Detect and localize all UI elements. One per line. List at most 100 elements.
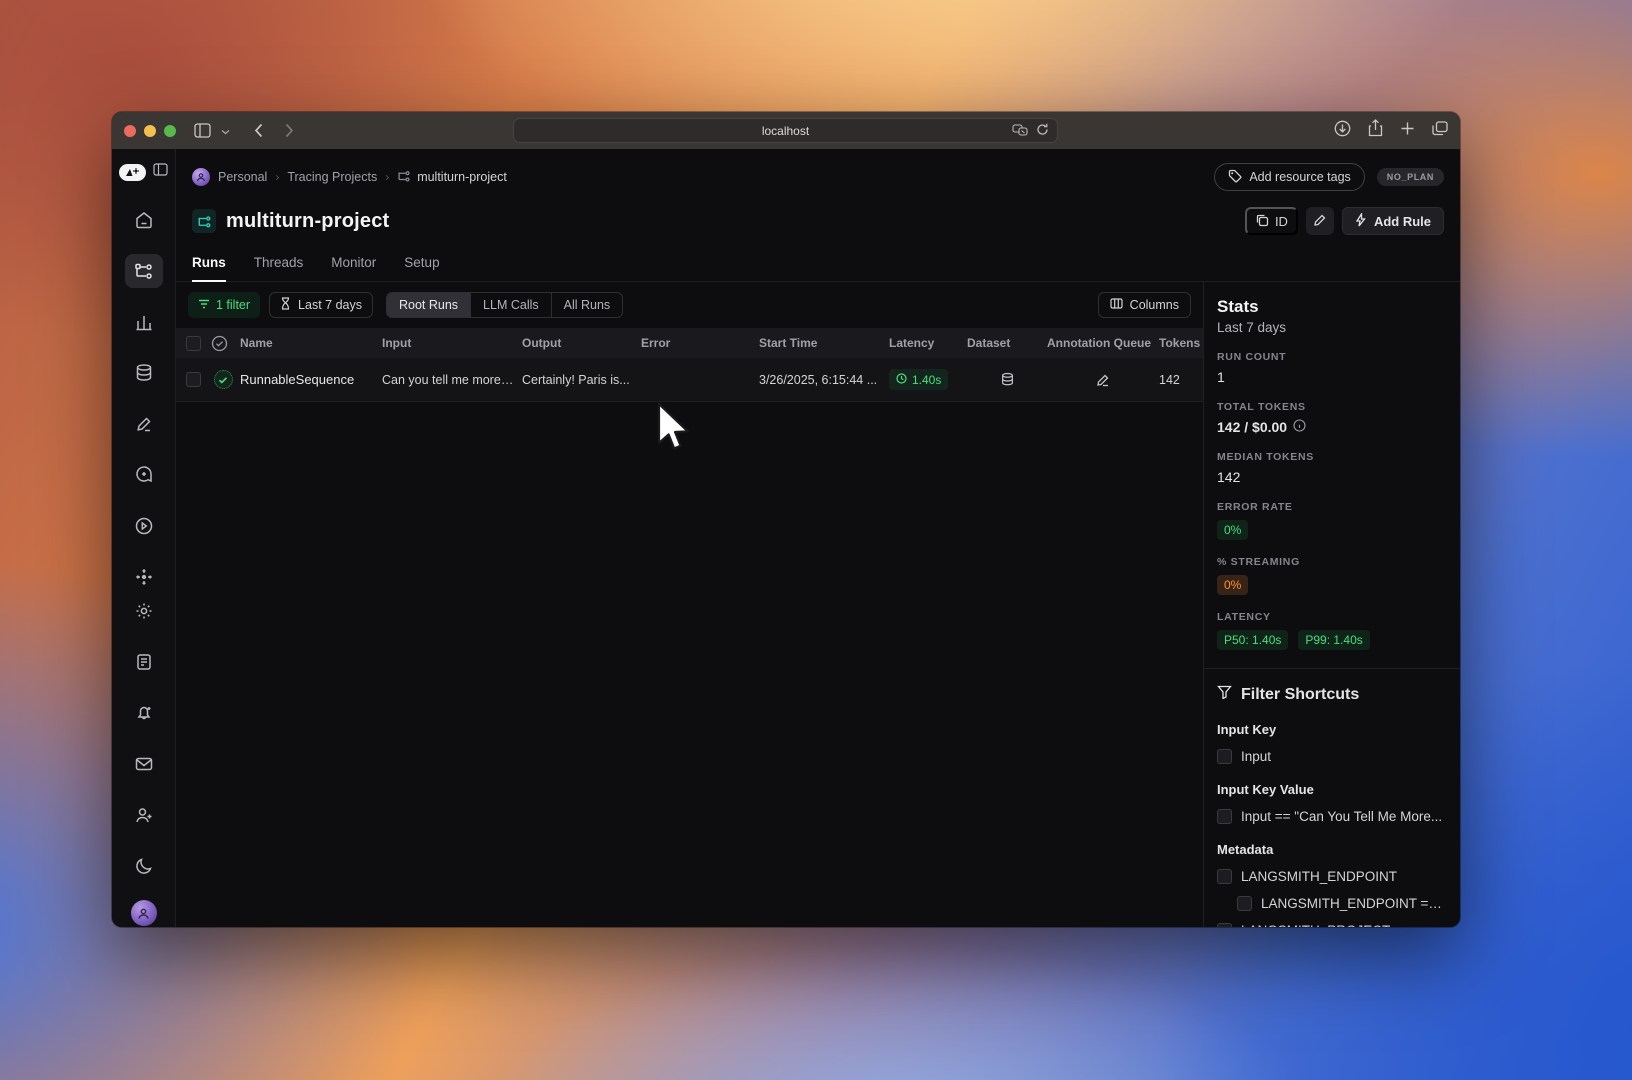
funnel-icon bbox=[1217, 685, 1232, 704]
notifications-bell-icon[interactable] bbox=[125, 696, 163, 730]
copy-id-button[interactable]: ID bbox=[1244, 207, 1298, 235]
back-button[interactable] bbox=[254, 123, 263, 138]
filter-shortcuts-title: Filter Shortcuts bbox=[1241, 685, 1360, 703]
col-error[interactable]: Error bbox=[641, 336, 759, 350]
zoom-window-button[interactable] bbox=[164, 124, 176, 137]
nav-datasets-icon[interactable] bbox=[125, 356, 163, 390]
total-tokens-label: TOTAL TOKENS bbox=[1217, 401, 1306, 413]
downloads-icon[interactable] bbox=[1334, 120, 1351, 137]
run-name[interactable]: RunnableSequence bbox=[240, 372, 382, 387]
columns-button[interactable]: Columns bbox=[1097, 292, 1191, 318]
plan-badge: NO_PLAN bbox=[1376, 168, 1444, 186]
col-tokens[interactable]: Tokens bbox=[1159, 336, 1203, 350]
segment-llm-calls[interactable]: LLM Calls bbox=[471, 293, 552, 317]
fs-checkbox[interactable] bbox=[1237, 896, 1252, 911]
col-dataset[interactable]: Dataset bbox=[967, 336, 1047, 350]
col-input[interactable]: Input bbox=[382, 336, 522, 350]
address-bar[interactable]: localhost bbox=[513, 118, 1058, 143]
nav-deployments-icon[interactable] bbox=[125, 560, 163, 594]
status-column-icon bbox=[206, 335, 240, 352]
fs-item[interactable]: LANGSMITH_ENDPOINT == ... bbox=[1237, 896, 1446, 911]
col-start-time[interactable]: Start Time bbox=[759, 336, 889, 350]
run-success-icon bbox=[213, 370, 233, 389]
tab-overview-icon[interactable] bbox=[1432, 120, 1448, 136]
breadcrumb-section[interactable]: Tracing Projects bbox=[287, 170, 377, 184]
col-name[interactable]: Name bbox=[240, 336, 382, 350]
tab-setup[interactable]: Setup bbox=[404, 255, 439, 281]
add-rule-button[interactable]: Add Rule bbox=[1341, 207, 1444, 235]
add-to-dataset-icon[interactable] bbox=[967, 372, 1047, 387]
stats-panel: Stats Last 7 days RUN COUNT 1 TOTAL TOKE… bbox=[1204, 282, 1460, 927]
nav-playground-icon[interactable] bbox=[125, 509, 163, 543]
latency-p50-badge: P50: 1.40s bbox=[1217, 630, 1289, 650]
breadcrumb: Personal › Tracing Projects › multiturn-… bbox=[192, 168, 507, 186]
median-tokens-value: 142 bbox=[1217, 469, 1241, 485]
website-settings-icon[interactable] bbox=[1012, 123, 1028, 139]
fs-checkbox[interactable] bbox=[1217, 749, 1232, 764]
browser-toolbar: localhost bbox=[112, 112, 1460, 149]
tracing-project-icon bbox=[397, 169, 411, 186]
settings-gear-icon[interactable] bbox=[125, 594, 163, 628]
segment-root-runs[interactable]: Root Runs bbox=[386, 293, 472, 317]
new-tab-icon[interactable] bbox=[1400, 121, 1415, 136]
tab-monitor[interactable]: Monitor bbox=[331, 255, 376, 281]
error-rate-badge: 0% bbox=[1217, 520, 1249, 540]
run-input: Can you tell me more ... bbox=[382, 372, 515, 387]
fs-checkbox[interactable] bbox=[1217, 923, 1232, 927]
col-latency[interactable]: Latency bbox=[889, 336, 967, 350]
run-row[interactable]: RunnableSequence Can you tell me more ..… bbox=[176, 358, 1203, 402]
col-output[interactable]: Output bbox=[522, 336, 641, 350]
reload-icon[interactable] bbox=[1036, 123, 1049, 139]
add-resource-tags-button[interactable]: Add resource tags bbox=[1214, 163, 1365, 191]
fs-item[interactable]: Input == "Can You Tell Me More... bbox=[1217, 809, 1446, 824]
invite-user-icon[interactable] bbox=[125, 798, 163, 832]
close-window-button[interactable] bbox=[124, 124, 136, 137]
nav-prompts-icon[interactable] bbox=[125, 458, 163, 492]
dark-mode-moon-icon[interactable] bbox=[125, 849, 163, 883]
runs-table-header: Name Input Output Error Start Time Laten… bbox=[176, 328, 1203, 358]
col-annotation-queue[interactable]: Annotation Queue bbox=[1047, 336, 1159, 350]
fs-item[interactable]: Input bbox=[1217, 749, 1446, 764]
select-all-checkbox[interactable] bbox=[186, 335, 201, 351]
active-filter-chip[interactable]: 1 filter bbox=[188, 292, 261, 318]
breadcrumb-workspace[interactable]: Personal bbox=[218, 170, 267, 184]
error-rate-label: ERROR RATE bbox=[1217, 501, 1293, 513]
fs-checkbox[interactable] bbox=[1217, 809, 1232, 824]
app-sidebar-toggle-icon[interactable] bbox=[153, 163, 168, 181]
minimize-window-button[interactable] bbox=[144, 124, 156, 137]
forward-button[interactable] bbox=[285, 123, 294, 138]
fs-item[interactable]: LANGSMITH_PROJECT bbox=[1217, 923, 1446, 927]
tab-threads[interactable]: Threads bbox=[254, 255, 304, 281]
page-title: multiturn-project bbox=[226, 209, 390, 232]
run-output: Certainly! Paris is... bbox=[522, 372, 630, 387]
edit-project-button[interactable] bbox=[1305, 207, 1334, 235]
sidebar-chevron-icon[interactable] bbox=[221, 122, 230, 140]
fs-checkbox[interactable] bbox=[1217, 869, 1232, 884]
latency-badge: 1.40s bbox=[889, 369, 949, 390]
nav-home-icon[interactable] bbox=[125, 203, 163, 237]
tab-runs[interactable]: Runs bbox=[192, 255, 226, 282]
annotate-icon[interactable] bbox=[1047, 373, 1159, 387]
docs-icon[interactable] bbox=[125, 645, 163, 679]
share-icon[interactable] bbox=[1368, 119, 1383, 137]
filter-bar: 1 filter Last 7 days Root Runs LLM Calls… bbox=[176, 282, 1203, 328]
streaming-label: % STREAMING bbox=[1217, 556, 1300, 568]
info-icon[interactable] bbox=[1293, 419, 1306, 435]
nav-dashboards-icon[interactable] bbox=[125, 305, 163, 339]
sidebar-toggle-icon[interactable] bbox=[194, 123, 211, 138]
langsmith-logo[interactable] bbox=[119, 163, 146, 181]
time-range-button[interactable]: Last 7 days bbox=[269, 292, 373, 318]
panel-divider bbox=[1204, 668, 1460, 669]
streaming-badge: 0% bbox=[1217, 575, 1249, 595]
breadcrumb-project[interactable]: multiturn-project bbox=[417, 170, 507, 184]
traffic-lights bbox=[124, 124, 176, 137]
segment-all-runs[interactable]: All Runs bbox=[552, 293, 623, 317]
nav-tracing-projects-icon[interactable] bbox=[124, 254, 163, 288]
workspace-avatar[interactable] bbox=[192, 168, 210, 186]
fs-item[interactable]: LANGSMITH_ENDPOINT bbox=[1217, 869, 1446, 884]
total-tokens-value: 142 / $0.00 bbox=[1217, 419, 1288, 435]
user-avatar[interactable] bbox=[130, 900, 157, 926]
nav-annotation-icon[interactable] bbox=[125, 407, 163, 441]
inbox-mail-icon[interactable] bbox=[125, 747, 163, 781]
row-checkbox[interactable] bbox=[186, 372, 201, 387]
